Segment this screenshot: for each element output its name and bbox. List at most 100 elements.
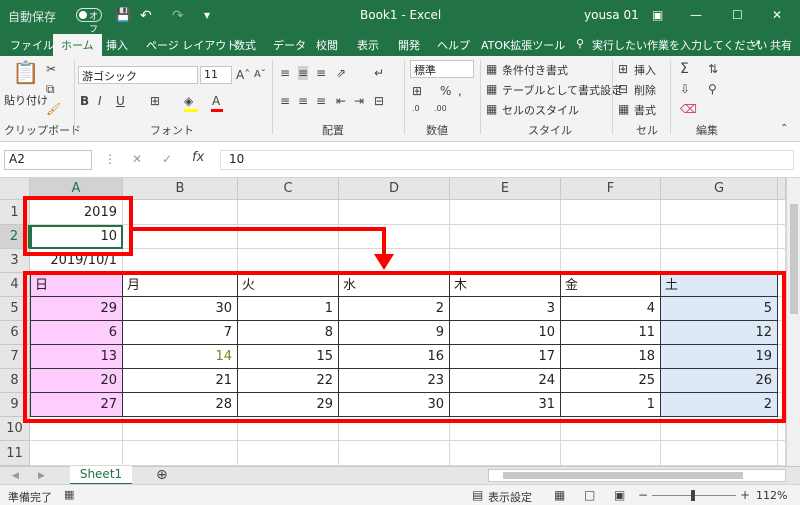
format-painter-icon[interactable]: 🖌 <box>46 102 61 116</box>
enter-icon[interactable]: ✓ <box>162 152 172 166</box>
undo-icon[interactable]: ↶ <box>140 8 152 24</box>
horizontal-scroll-thumb[interactable] <box>503 472 743 479</box>
maximize-icon[interactable]: ☐ <box>732 8 743 22</box>
format-cells-icon[interactable]: ▦ <box>618 102 629 116</box>
fill-icon[interactable]: ⇩ <box>680 82 690 96</box>
align-right-icon[interactable]: ≡ <box>316 94 326 108</box>
currency-icon[interactable]: ⊞ <box>412 84 422 98</box>
close-icon[interactable]: ✕ <box>772 8 782 22</box>
horizontal-scrollbar[interactable] <box>488 469 786 482</box>
font-color-icon[interactable]: A <box>212 94 220 108</box>
next-sheet-icon[interactable]: ▶ <box>38 469 45 483</box>
page-break-view-icon[interactable]: ▣ <box>614 488 625 502</box>
cell-styles-icon[interactable]: ▦ <box>486 102 497 116</box>
format-table-icon[interactable]: ▦ <box>486 82 497 96</box>
share-button[interactable]: 共有 <box>770 37 792 53</box>
normal-view-icon[interactable]: ▦ <box>554 488 565 502</box>
tell-me-box[interactable]: 実行したい作業を入力してください <box>592 37 767 53</box>
tab-atok[interactable]: ATOK拡張ツール <box>481 37 565 53</box>
paste-button[interactable]: 貼り付け <box>4 92 48 108</box>
insert-cells-button[interactable]: 挿入 <box>634 62 656 78</box>
copy-icon[interactable]: ⧉ <box>46 82 55 96</box>
tab-view[interactable]: 表示 <box>357 37 379 53</box>
italic-icon[interactable]: I <box>98 94 102 108</box>
clipboard-icon[interactable]: 📋 <box>12 62 39 86</box>
cancel-icon[interactable]: ✕ <box>132 152 142 166</box>
increase-decimal-icon[interactable]: .0 <box>412 102 420 116</box>
tab-home[interactable]: ホーム <box>53 34 102 56</box>
tab-formulas[interactable]: 数式 <box>234 37 256 53</box>
prev-sheet-icon[interactable]: ◀ <box>12 469 19 483</box>
collapse-ribbon-icon[interactable]: ⌃ <box>780 122 788 136</box>
align-bottom-icon[interactable]: ≡ <box>316 66 326 80</box>
shrink-font-icon[interactable]: Aˇ <box>254 68 266 82</box>
bold-icon[interactable]: B <box>80 94 89 108</box>
share-icon[interactable]: ↗ <box>752 37 761 50</box>
wrap-text-icon[interactable]: ↵ <box>374 66 384 80</box>
tab-insert[interactable]: 挿入 <box>106 37 128 53</box>
align-left-icon[interactable]: ≡ <box>280 94 290 108</box>
user-name[interactable]: yousa 01 <box>584 8 639 22</box>
search-icon[interactable]: ⚲ <box>576 37 584 50</box>
save-icon[interactable]: 💾 <box>115 8 131 23</box>
find-select-icon[interactable]: ⚲ <box>708 82 717 96</box>
clear-icon[interactable]: ⌫ <box>680 102 697 116</box>
fill-color-icon[interactable]: ◈ <box>184 94 193 108</box>
orientation-icon[interactable]: ⇗ <box>336 66 346 80</box>
tab-file[interactable]: ファイル <box>10 37 54 53</box>
tab-developer[interactable]: 開発 <box>398 37 420 53</box>
font-size-select[interactable]: 11 <box>200 66 232 84</box>
zoom-out-icon[interactable]: − <box>638 488 648 502</box>
increase-indent-icon[interactable]: ⇥ <box>354 94 364 108</box>
comma-icon[interactable]: , <box>458 84 462 98</box>
border-icon[interactable]: ⊞ <box>150 94 160 108</box>
align-top-icon[interactable]: ≡ <box>280 66 290 80</box>
redo-icon[interactable]: ↷ <box>172 8 184 24</box>
format-as-table-button[interactable]: テーブルとして書式設定 <box>502 82 622 98</box>
worksheet-grid[interactable]: A B C D E F G 1 2 3 4 5 6 7 8 9 10 11 20… <box>0 178 786 466</box>
format-cells-button[interactable]: 書式 <box>634 102 656 118</box>
ribbon-display-icon[interactable]: ▣ <box>652 8 663 22</box>
tab-page-layout[interactable]: ページ レイアウト <box>146 37 237 53</box>
add-sheet-icon[interactable]: ⊕ <box>156 468 168 482</box>
minimize-icon[interactable]: — <box>690 8 702 22</box>
align-center-icon[interactable]: ≡ <box>298 94 308 108</box>
percent-icon[interactable]: % <box>440 84 451 98</box>
underline-icon[interactable]: U <box>116 94 125 108</box>
formula-bar-options-icon[interactable]: ⋮ <box>104 152 116 166</box>
customize-qat-icon[interactable]: ▾ <box>204 8 210 22</box>
sort-filter-icon[interactable]: ⇅ <box>708 62 718 76</box>
autosum-icon[interactable]: Σ <box>680 62 689 76</box>
merge-center-icon[interactable]: ⊟ <box>374 94 384 108</box>
font-name-select[interactable]: 游ゴシック <box>78 66 198 84</box>
number-format-select[interactable]: 標準 <box>410 60 474 78</box>
delete-cells-icon[interactable]: ⊟ <box>618 82 628 96</box>
zoom-level[interactable]: 112% <box>756 489 787 502</box>
align-middle-icon[interactable]: ≡ <box>298 66 309 80</box>
decrease-indent-icon[interactable]: ⇤ <box>336 94 346 108</box>
conditional-format-icon[interactable]: ▦ <box>486 62 497 76</box>
cut-icon[interactable]: ✂ <box>46 62 56 76</box>
zoom-slider-thumb[interactable] <box>691 490 695 501</box>
macro-record-icon[interactable]: ▦ <box>64 488 74 502</box>
conditional-format-button[interactable]: 条件付き書式 <box>502 62 568 78</box>
insert-cells-icon[interactable]: ⊞ <box>618 62 628 76</box>
decrease-decimal-icon[interactable]: .00 <box>434 102 447 116</box>
zoom-in-icon[interactable]: + <box>740 488 750 502</box>
tab-review[interactable]: 校閲 <box>316 37 338 53</box>
sheet-tab-sheet1[interactable]: Sheet1 <box>70 466 132 485</box>
delete-cells-button[interactable]: 削除 <box>634 82 656 98</box>
autosave-toggle[interactable]: オフ <box>76 8 102 35</box>
insert-function-icon[interactable]: fx <box>192 151 204 165</box>
tab-data[interactable]: データ <box>273 37 306 53</box>
tab-help[interactable]: ヘルプ <box>437 37 470 53</box>
cell-styles-button[interactable]: セルのスタイル <box>502 102 579 118</box>
vertical-scrollbar[interactable] <box>786 178 800 466</box>
page-layout-view-icon[interactable]: □ <box>584 488 595 502</box>
formula-input[interactable]: 10 <box>220 150 794 170</box>
display-settings-button[interactable]: 表示設定 <box>488 489 532 505</box>
vertical-scroll-thumb[interactable] <box>790 204 798 314</box>
grow-font-icon[interactable]: Aˆ <box>236 68 250 82</box>
display-settings-icon[interactable]: ▤ <box>472 488 483 502</box>
name-box[interactable]: A2 <box>4 150 92 170</box>
